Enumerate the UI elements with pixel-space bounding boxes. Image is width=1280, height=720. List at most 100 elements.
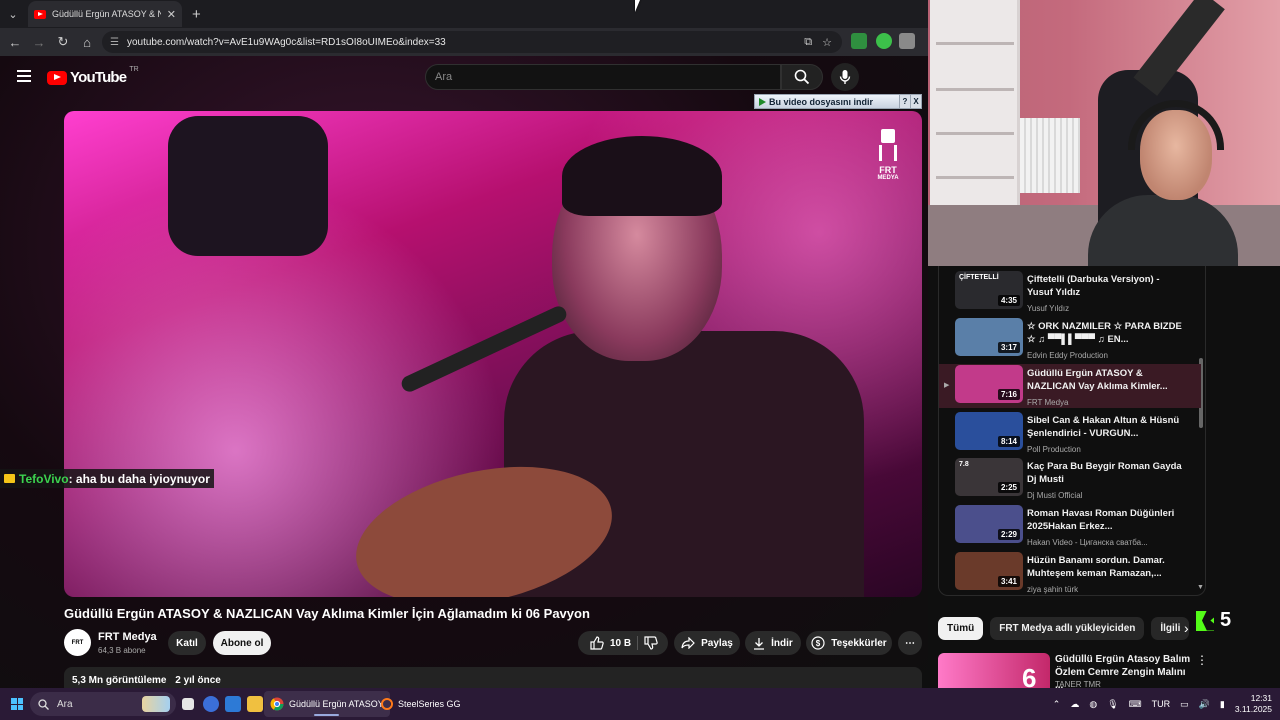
playlist-thumbnail[interactable]: 8:14 [955, 412, 1023, 450]
webcam-shelf [930, 0, 1020, 230]
channel-watermark: FRT MEDYA [872, 129, 904, 193]
network-icon[interactable]: ▭ [1180, 699, 1189, 710]
chip-all[interactable]: Tümü [938, 617, 984, 640]
back-icon[interactable]: ← [3, 30, 27, 54]
more-actions-button[interactable]: ⋯ [898, 631, 922, 655]
playlist-item[interactable]: 3:17 ☆ ORK NAZMILER ☆ PARA BIZDE ☆ ♫ ▀▀▌▌… [939, 317, 1201, 361]
input-language[interactable]: TUR [1152, 699, 1171, 709]
bookmark-star-icon[interactable]: ☆ [822, 36, 832, 49]
new-tab-button[interactable]: + [192, 6, 201, 23]
playlist-item[interactable]: 8:14 Sibel Can & Hakan Altun & Hüsnü Şenl… [939, 411, 1201, 455]
crown-badge-icon [4, 474, 15, 483]
search-button[interactable] [781, 64, 823, 90]
taskbar-app-chrome[interactable]: Güdüllü Ergün ATASOY [264, 691, 390, 717]
playlist-item-title[interactable]: Çiftetelli (Darbuka Versiyon) - Yusuf Yı… [1027, 273, 1187, 299]
site-info-icon[interactable]: ☰ [110, 37, 119, 48]
reload-icon[interactable]: ↻ [51, 30, 75, 54]
playlist-item-title[interactable]: Kaç Para Bu Beygir Roman Gayda Dj Musti [1027, 460, 1187, 486]
duration-badge: 8:14 [997, 436, 1020, 447]
chip-from-uploader[interactable]: FRT Medya adlı yükleyiciden [990, 617, 1145, 640]
channel-name[interactable]: FRT Medya [98, 631, 157, 643]
playlist-thumbnail[interactable]: 2:29 [955, 505, 1023, 543]
playlist-item[interactable]: 7.8 2:25 Kaç Para Bu Beygir Roman Gayda Dj… [939, 457, 1201, 501]
extension-green-icon[interactable] [851, 33, 867, 49]
outlook-icon[interactable] [225, 696, 241, 712]
tab-title: Güdüllü Ergün ATASOY & NAZLICAN Vay Aklı… [52, 9, 161, 19]
playlist-thumbnail[interactable]: ÇİFTETELLİ 4:35 [955, 271, 1023, 309]
playlist-item[interactable]: 2:29 Roman Havası Roman Düğünleri 2025Hak… [939, 504, 1201, 548]
playlist-item[interactable]: ÇİFTETELLİ 4:35 Çiftetelli (Darbuka Versiy… [939, 270, 1201, 314]
browser-toolbar: ← → ↻ ⌂ ☰ youtube.com/watch?v=AvE1u9WAg0… [0, 28, 928, 56]
file-explorer-icon[interactable] [247, 696, 263, 712]
task-view-icon[interactable] [182, 698, 194, 710]
chips-next-arrow-icon[interactable]: › [1184, 620, 1189, 636]
share-button[interactable]: Paylaş [674, 631, 740, 655]
related-video-item[interactable]: 6 Güdüllü Ergün Atasoy Balım Özlem Cemre… [938, 651, 1268, 688]
home-icon[interactable]: ⌂ [75, 30, 99, 54]
youtube-wordmark: YouTube [70, 69, 127, 86]
tray-app-icon[interactable]: ◍ [1089, 699, 1097, 710]
tray-overflow-icon[interactable]: ⌃ [1053, 699, 1061, 710]
screen: ⌄ Güdüllü Ergün ATASOY & NAZLICAN Vay Ak… [0, 0, 1280, 720]
taskbar-search[interactable]: Ara [30, 692, 176, 716]
related-video-thumbnail[interactable]: 6 [938, 653, 1050, 688]
playlist-item-title[interactable]: Sibel Can & Hakan Altun & Hüsnü Şenlendi… [1027, 414, 1187, 440]
widgets-icon[interactable] [203, 696, 219, 712]
forward-icon[interactable]: → [27, 30, 51, 54]
video-player[interactable]: FRT MEDYA [64, 111, 922, 597]
install-app-icon[interactable]: ⧉ [804, 36, 812, 49]
download-video-button[interactable]: Bu video dosyasını indir [755, 95, 899, 108]
download-button[interactable]: İndir [745, 631, 801, 655]
related-video-menu-icon[interactable]: ⋮ [1196, 653, 1208, 667]
playlist-item[interactable]: ▶ 7:16 Güdüllü Ergün ATASOY & NAZLICAN Vay… [939, 364, 1201, 408]
clock-date: 3.11.2025 [1234, 704, 1272, 714]
onedrive-icon[interactable]: ☁ [1070, 699, 1079, 710]
tab-list-button[interactable]: ⌄ [0, 1, 26, 27]
playlist-item-title[interactable]: Güdüllü Ergün ATASOY & NAZLICAN Vay Aklı… [1027, 367, 1187, 393]
playlist-item-title[interactable]: ☆ ORK NAZMILER ☆ PARA BIZDE ☆ ♫ ▀▀▌▌▀▀▀ … [1027, 320, 1187, 346]
like-button[interactable]: 10 B [578, 631, 668, 655]
extension-leaf-icon[interactable] [876, 33, 892, 49]
search-highlight-icon [142, 696, 170, 712]
windows-taskbar: Ara Güdüllü Ergün ATASOY SteelSeries GG … [0, 688, 1280, 720]
microphone-tray-icon[interactable]: 🎙 [1107, 699, 1118, 710]
menu-icon[interactable] [17, 70, 31, 82]
subscribe-button[interactable]: Abone ol [213, 631, 271, 655]
description-box[interactable]: 5,3 Mn görüntüleme 2 yıl önce [64, 667, 922, 688]
clock-time: 12:31 [1250, 693, 1272, 703]
stream-chat-message: TefoVivo : aha bu daha iyioynuyor [0, 469, 214, 488]
download-banner-close-button[interactable]: X [910, 95, 921, 108]
playlist-thumbnail[interactable]: 3:17 [955, 318, 1023, 356]
thumbs-up-icon [590, 636, 604, 650]
playlist-item-title[interactable]: Hüzün Banamı sordun. Damar. Muhteşem kem… [1027, 554, 1187, 580]
subscriber-count: 64,3 B abone [98, 646, 146, 655]
battery-icon[interactable]: ▮ [1220, 699, 1225, 710]
playlist-item-title[interactable]: Roman Havası Roman Düğünleri 2025Hakan E… [1027, 507, 1187, 533]
download-help-button[interactable]: ? [899, 95, 910, 108]
playlist-item[interactable]: 3:41 Hüzün Banamı sordun. Damar. Muhteşem… [939, 551, 1201, 595]
search-icon [794, 69, 810, 85]
volume-icon[interactable]: 🔊 [1199, 699, 1210, 710]
chat-text: : aha bu daha iyioynuyor [68, 471, 210, 486]
playlist-thumbnail[interactable]: 7:16 [955, 365, 1023, 403]
download-label: İndir [771, 637, 793, 649]
related-video-badge: 6 [1022, 663, 1037, 688]
playlist-thumbnail[interactable]: 7.8 2:25 [955, 458, 1023, 496]
playlist-thumbnail[interactable]: 3:41 [955, 552, 1023, 590]
start-button-icon[interactable] [11, 698, 23, 710]
thanks-button[interactable]: $ Teşekkürler [806, 631, 892, 655]
browser-tab[interactable]: Güdüllü Ergün ATASOY & NAZLICAN Vay Aklı… [28, 1, 182, 27]
taskbar-clock[interactable]: 12:31 3.11.2025 [1235, 693, 1272, 715]
taskbar-search-icon [38, 698, 49, 710]
tab-close-icon[interactable]: ✕ [167, 8, 176, 21]
channel-avatar[interactable]: FRT [64, 629, 91, 656]
extension-puzzle-icon[interactable] [899, 33, 915, 49]
voice-search-button[interactable] [831, 63, 859, 91]
search-input[interactable]: Ara [425, 64, 781, 90]
youtube-logo[interactable]: YouTube TR [47, 66, 139, 86]
thumbs-down-icon[interactable] [644, 636, 658, 650]
taskbar-app-steelseries[interactable]: SteelSeries GG [375, 691, 467, 717]
join-button[interactable]: Katıl [168, 631, 206, 655]
keyboard-icon[interactable]: ⌨ [1129, 699, 1142, 710]
address-bar[interactable]: ☰ youtube.com/watch?v=AvE1u9WAg0c&list=R… [102, 31, 842, 53]
